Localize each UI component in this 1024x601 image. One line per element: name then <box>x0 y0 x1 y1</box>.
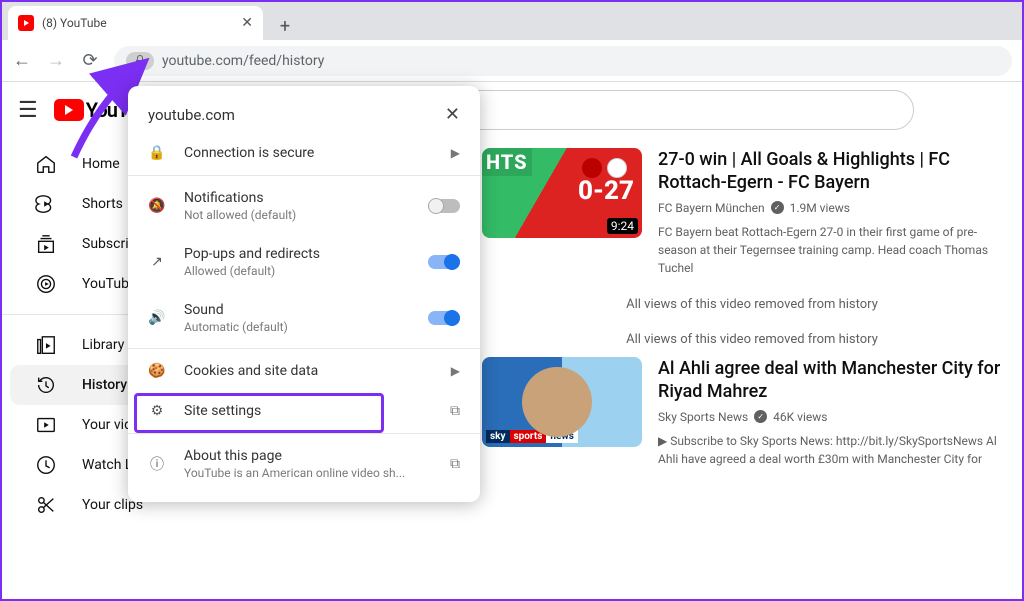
popups-row[interactable]: ↗ Pop-ups and redirectsAllowed (default) <box>128 234 480 290</box>
browser-tab[interactable]: (8) YouTube ✕ <box>8 6 263 40</box>
open-external-icon: ⧉ <box>450 403 460 419</box>
home-icon <box>34 152 58 176</box>
cookies-row[interactable]: 🍪 Cookies and site data ▶ <box>128 351 480 391</box>
removed-notice: All views of this video removed from his… <box>482 287 1022 322</box>
chevron-right-icon: ▶ <box>451 146 460 160</box>
site-info-button[interactable] <box>126 52 154 70</box>
sound-icon: 🔊 <box>148 310 166 326</box>
video-row[interactable]: HTS 0-27 9:24 27-0 win | All Goals & Hig… <box>482 148 1022 277</box>
info-icon: ⓘ <box>148 454 166 474</box>
video-description: ▶ Subscribe to Sky Sports News: http://b… <box>658 432 1002 468</box>
video-title[interactable]: 27-0 win | All Goals & Highlights | FC R… <box>658 148 1002 195</box>
channel-name[interactable]: FC Bayern München <box>658 201 765 215</box>
new-tab-button[interactable]: + <box>271 12 299 40</box>
reload-button[interactable]: ⟳ <box>80 50 100 71</box>
video-title[interactable]: Al Ahli agree deal with Manchester City … <box>658 357 1002 404</box>
view-count: 46K views <box>773 410 827 424</box>
verified-icon: ✓ <box>754 410 767 423</box>
shorts-icon <box>34 192 58 216</box>
chevron-right-icon: ▶ <box>451 364 460 378</box>
view-count: 1.9M views <box>790 201 850 215</box>
sound-toggle[interactable] <box>428 311 460 325</box>
duration-badge: 9:24 <box>607 218 638 234</box>
verified-icon: ✓ <box>771 201 784 214</box>
clips-icon <box>34 493 58 517</box>
video-thumbnail[interactable]: skysportsnews <box>482 357 642 447</box>
forward-button: → <box>46 50 66 71</box>
video-description: FC Bayern beat Rottach-Egern 27-0 in the… <box>658 223 1002 277</box>
popups-toggle[interactable] <box>428 255 460 269</box>
cookie-icon: 🍪 <box>148 363 166 379</box>
browser-toolbar: ← → ⟳ youtube.com/feed/history <box>2 40 1022 82</box>
guide-menu-button[interactable]: ☰ <box>18 98 38 123</box>
about-page-row[interactable]: ⓘ About this pageYouTube is an American … <box>128 436 480 492</box>
gear-icon: ⚙ <box>148 403 166 419</box>
notifications-row[interactable]: 🔕 NotificationsNot allowed (default) <box>128 178 480 234</box>
popup-site-name: youtube.com <box>148 106 235 124</box>
connection-row[interactable]: 🔒 Connection is secure ▶ <box>128 133 480 173</box>
notifications-toggle[interactable] <box>428 199 460 213</box>
site-settings-row[interactable]: ⚙ Site settings ⧉ <box>128 391 480 431</box>
sound-row[interactable]: 🔊 SoundAutomatic (default) <box>128 290 480 346</box>
subscriptions-icon <box>34 232 58 256</box>
watch-later-icon <box>34 453 58 477</box>
close-tab-icon[interactable]: ✕ <box>241 15 253 31</box>
open-external-icon: ⧉ <box>450 456 460 472</box>
your-videos-icon <box>34 413 58 437</box>
channel-name[interactable]: Sky Sports News <box>658 410 748 424</box>
site-info-popup: youtube.com ✕ 🔒 Connection is secure ▶ 🔕… <box>128 86 480 502</box>
lock-icon: 🔒 <box>148 145 166 161</box>
removed-notice: All views of this video removed from his… <box>482 322 1022 357</box>
music-icon <box>34 272 58 296</box>
tab-title: (8) YouTube <box>42 16 107 30</box>
library-icon <box>34 333 58 357</box>
url-text: youtube.com/feed/history <box>162 53 324 69</box>
youtube-favicon <box>18 15 34 31</box>
video-thumbnail[interactable]: HTS 0-27 9:24 <box>482 148 642 238</box>
history-icon <box>34 373 58 397</box>
popup-icon: ↗ <box>148 254 166 270</box>
bell-blocked-icon: 🔕 <box>148 198 166 214</box>
video-row[interactable]: skysportsnews Al Ahli agree deal with Ma… <box>482 357 1022 468</box>
chrome-tab-strip: (8) YouTube ✕ + <box>2 2 1022 40</box>
close-icon[interactable]: ✕ <box>445 104 460 125</box>
address-bar[interactable]: youtube.com/feed/history <box>114 46 1012 76</box>
back-button[interactable]: ← <box>12 50 32 71</box>
